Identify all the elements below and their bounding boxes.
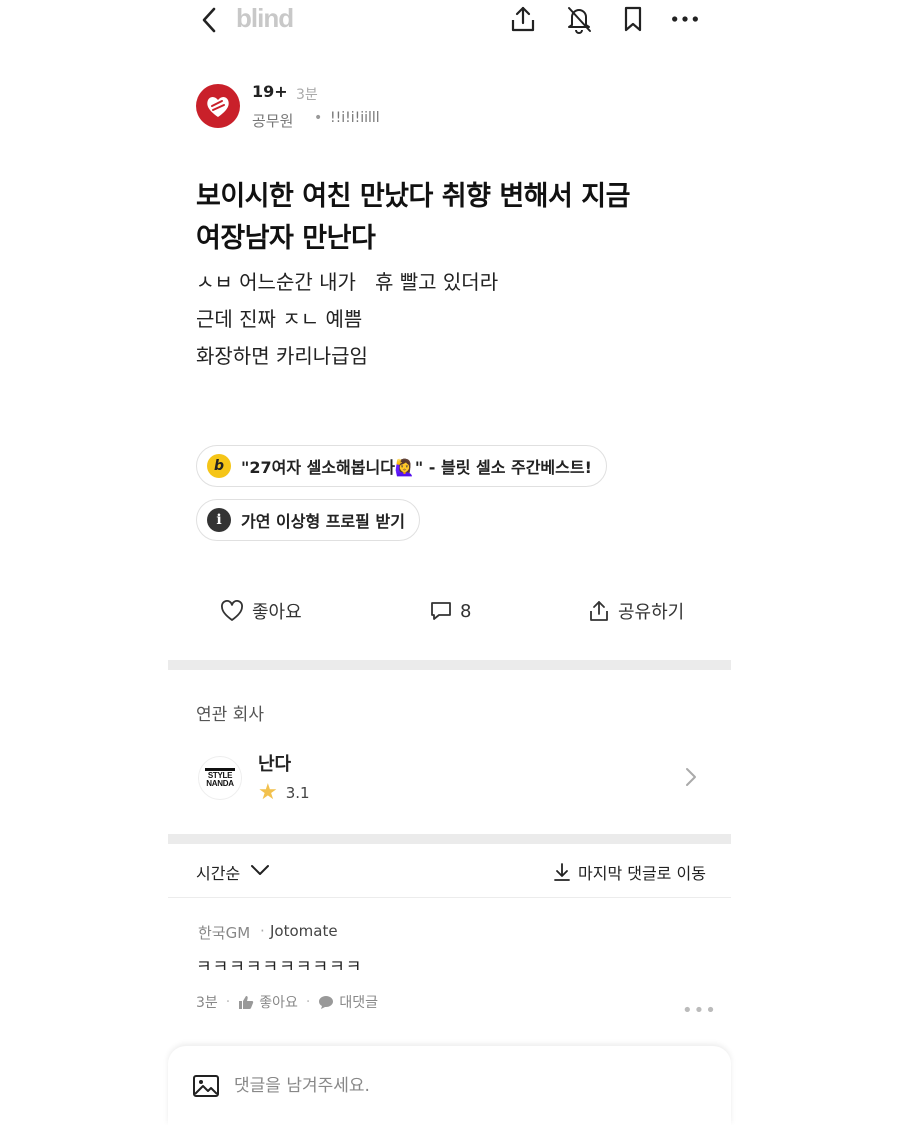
post-body-line: 근데 진짜 ㅈㄴ 예쁨: [196, 307, 363, 331]
post-title-line: 보이시한 여친 만났다 취향 변해서 지금: [196, 181, 630, 212]
sort-dropdown[interactable]: 시간순: [196, 860, 240, 884]
comment-icon: [431, 602, 451, 620]
section-divider: [168, 660, 731, 670]
comment-meta: 3분 · 좋아요 · 대댓글: [196, 992, 378, 1012]
author-nickname[interactable]: !!i!i!iilll: [330, 110, 380, 126]
comment-nickname[interactable]: Jotomate: [270, 922, 338, 940]
author-badge: 19+: [252, 82, 288, 101]
company-rating: ★ 3.1: [258, 782, 310, 804]
speech-bubble-icon: [319, 995, 334, 1009]
back-icon[interactable]: [198, 6, 220, 34]
comment-like-label: 좋아요: [259, 995, 298, 1011]
comment-text: ㅋㅋㅋㅋㅋㅋㅋㅋㅋㅋ: [196, 957, 363, 977]
jump-to-last-comment-button[interactable]: 마지막 댓글로 이동: [554, 860, 706, 884]
info-icon: i: [207, 508, 231, 532]
comment-separator: ·: [260, 922, 265, 940]
comment-count-button[interactable]: 8: [430, 596, 471, 626]
like-label: 좋아요: [252, 602, 302, 623]
rating-value: 3.1: [285, 784, 310, 802]
post-time: 3분: [296, 87, 318, 103]
top-bar: blind: [168, 0, 731, 42]
section-divider: [168, 834, 731, 844]
comment-input-bar: [168, 1046, 731, 1125]
comment-like-button[interactable]: 좋아요: [238, 992, 298, 1012]
reply-label: 대댓글: [339, 995, 378, 1011]
star-icon: ★: [258, 780, 278, 805]
post-screen: blind 19+ 3분 공무원 • !!i!i!iilll 보이시한 여친 만…: [168, 0, 731, 1125]
company-name[interactable]: 난다: [258, 750, 291, 776]
chevron-right-icon[interactable]: [684, 766, 698, 788]
profile-chip-label: 가연 이상형 프로필 받기: [241, 512, 405, 531]
heart-icon: [221, 600, 243, 621]
author-company[interactable]: 공무원: [252, 110, 293, 131]
meta-separator: ·: [225, 994, 231, 1010]
company-logo[interactable]: STYLE NANDA: [198, 756, 242, 800]
bell-off-icon[interactable]: [564, 4, 594, 34]
download-arrow-icon: [554, 863, 570, 881]
share-button[interactable]: 공유하기: [588, 596, 684, 626]
comment-company[interactable]: 한국GM: [198, 922, 250, 943]
share-icon: [590, 601, 608, 621]
meta-separator: ·: [305, 994, 311, 1010]
profile-chip[interactable]: i 가연 이상형 프로필 받기: [196, 499, 420, 541]
image-icon[interactable]: [192, 1074, 220, 1098]
heart-avatar-icon: [207, 97, 229, 117]
thumbs-up-icon: [239, 995, 254, 1009]
meta-separator: •: [314, 110, 323, 126]
reply-button[interactable]: 대댓글: [318, 992, 378, 1012]
comments-divider: [168, 897, 731, 898]
post-title: 보이시한 여친 만났다 취향 변해서 지금 여장남자 만난다: [196, 176, 696, 260]
promo-chip[interactable]: b "27여자 셀소해봅니다🙋‍♀️" - 블릿 셀소 주간베스트!: [196, 445, 607, 487]
post-body: ㅅㅂ 어느순간 내가 휴 빨고 있더라 근데 진짜 ㅈㄴ 예쁨 화장하면 카리나…: [196, 264, 696, 375]
logo-text: NANDA: [206, 779, 234, 788]
comment-more-icon[interactable]: •••: [682, 1000, 717, 1021]
avatar[interactable]: [196, 84, 240, 128]
related-company-title: 연관 회사: [196, 705, 264, 725]
promo-chip-label: "27여자 셀소해봅니다🙋‍♀️" - 블릿 셀소 주간베스트!: [241, 458, 592, 477]
comment-count: 8: [460, 600, 472, 622]
blind-b-icon: b: [207, 454, 231, 478]
comment-input[interactable]: [234, 1072, 684, 1100]
post-title-line: 여장남자 만난다: [196, 223, 376, 254]
jump-label: 마지막 댓글로 이동: [578, 864, 706, 883]
chevron-down-icon[interactable]: [250, 862, 270, 878]
comment-time: 3분: [196, 995, 218, 1011]
brand-logo: blind: [236, 3, 294, 33]
more-icon[interactable]: [670, 4, 700, 34]
post-body-line: ㅅㅂ 어느순간 내가 휴 빨고 있더라: [196, 270, 499, 294]
bookmark-icon[interactable]: [618, 4, 648, 34]
share-upload-icon[interactable]: [508, 4, 538, 34]
post-body-line: 화장하면 카리나급임: [196, 344, 368, 368]
share-label: 공유하기: [618, 602, 685, 623]
like-button[interactable]: 좋아요: [220, 596, 302, 626]
